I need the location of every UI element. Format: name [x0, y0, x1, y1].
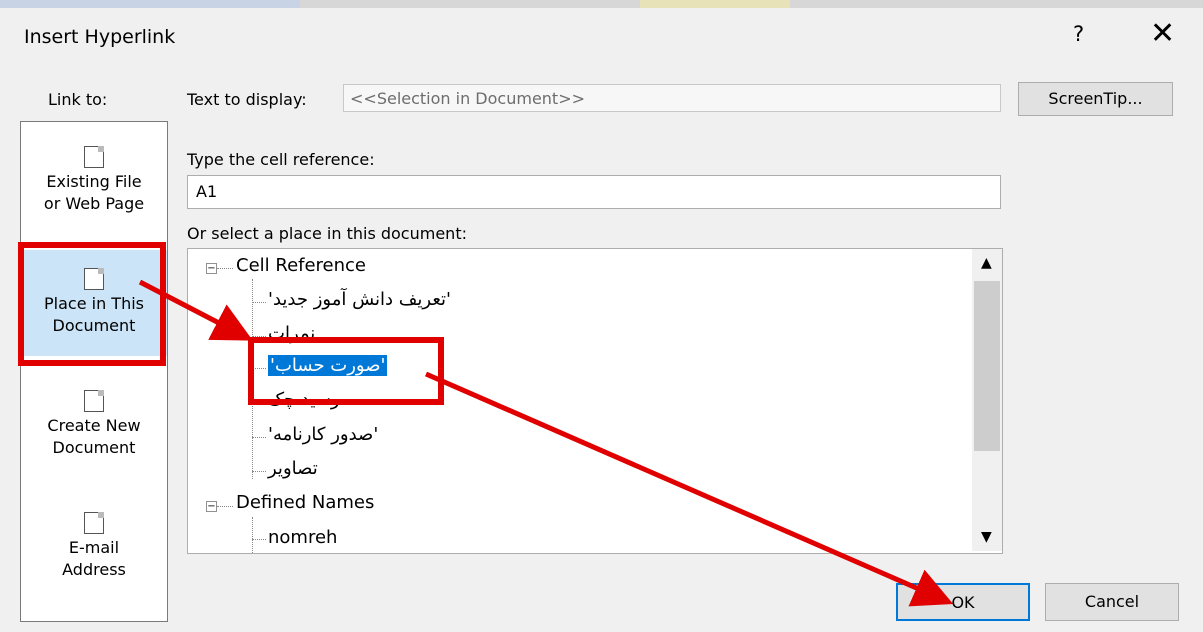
arrow-to-selected-item [138, 279, 253, 341]
arrow-to-ok-button [425, 371, 954, 607]
annotation-arrows [138, 279, 954, 607]
